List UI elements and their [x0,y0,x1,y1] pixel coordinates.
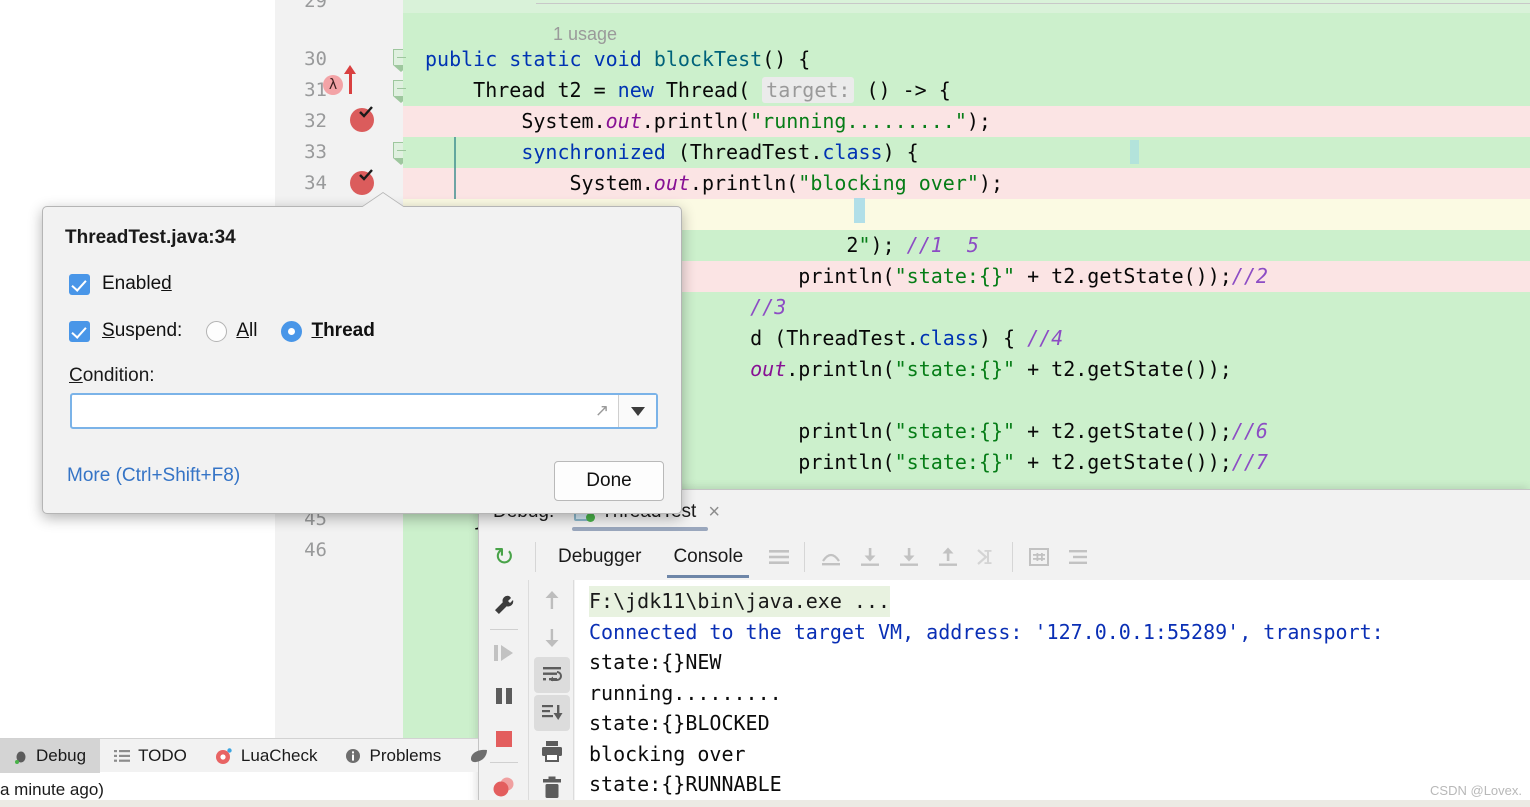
expand-editor-icon[interactable]: ↗ [586,395,618,427]
breakpoint-verified-icon [359,106,373,118]
run-to-cursor-icon[interactable] [967,534,1006,580]
suspend-checkbox[interactable] [69,320,90,342]
brace-highlight [1130,140,1139,164]
status-text: a minute ago) [0,779,104,799]
enabled-checkbox[interactable] [69,273,90,295]
luacheck-icon [215,747,233,765]
line-number: 33 [304,141,327,163]
line-number: 32 [304,110,327,132]
down-arrow-icon[interactable] [534,620,570,656]
debug-toolbar[interactable]: ↻ Debugger Console [479,534,1530,580]
leaf-icon [469,748,489,764]
console-action-rail[interactable] [530,580,574,807]
print-icon[interactable] [534,733,570,769]
console-line: Connected to the target VM, address: '12… [589,619,1384,644]
line-number: 46 [304,539,327,561]
evaluate-expression-icon[interactable] [1019,534,1058,580]
rerun-icon[interactable]: ↻ [479,542,529,572]
more-link[interactable]: More (Ctrl+Shift+F8) [67,465,240,487]
enabled-row[interactable]: Enabled [69,273,172,295]
console-line: state:{}BLOCKED [589,711,770,735]
step-into-icon[interactable] [850,534,889,580]
line-number: 31 [304,79,327,101]
line-number: 30 [304,48,327,70]
suspend-row[interactable]: Suspend: All Thread [69,320,375,342]
condition-field-wrapper[interactable]: ↗ [70,393,658,429]
condition-input[interactable] [72,395,586,427]
pause-program-icon[interactable] [479,675,529,718]
console-line: state:{}NEW [589,650,722,674]
console-line: state:{}RUNNABLE [589,772,782,796]
menu-icon[interactable] [759,534,798,580]
force-step-into-icon[interactable] [889,534,928,580]
wrench-icon[interactable] [479,584,529,627]
statusbar-item-problems[interactable]: Problems [331,739,455,773]
condition-dropdown-button[interactable] [618,395,656,427]
text-caret [854,198,865,223]
suspend-all-radio[interactable] [206,320,228,342]
ide-window: 29 30 31 32 33 34 45 46 λ 1 usage public… [0,0,1530,807]
tab-console[interactable]: Console [657,534,759,580]
condition-label: Condition: [69,365,155,386]
suspend-all-label: All [236,320,258,341]
suspend-thread-label: Thread [311,320,375,341]
soft-wrap-icon[interactable] [533,657,570,694]
console-output[interactable]: F:\jdk11\bin\java.exe ... Connected to t… [575,580,1530,807]
statusbar-item-leaf[interactable] [455,739,511,773]
console-line: F:\jdk11\bin\java.exe ... [589,586,891,617]
status-bar[interactable]: Debug TODO LuaCheck Problems [0,738,488,773]
line-number: 29 [304,0,327,12]
debug-icon [14,748,28,764]
step-over-icon[interactable] [811,534,850,580]
statusbar-label: Debug [36,745,87,765]
scroll-to-end-icon[interactable] [533,695,570,731]
suspend-label: Suspend: [102,320,183,341]
popup-title: ThreadTest.java:34 [65,227,236,248]
statusbar-label: LuaCheck [240,745,318,765]
bottom-strip [0,800,1530,807]
tab-debugger[interactable]: Debugger [542,534,657,580]
breakpoint-properties-popup[interactable]: ThreadTest.java:34 Enabled Suspend: All … [42,193,682,514]
console-line: running......... [589,680,782,705]
breakpoint-verified-icon [359,169,373,181]
debug-tool-window[interactable]: Debug: ThreadTest × ↻ Debugger Console [478,489,1530,807]
lambda-marker-icon[interactable]: λ [323,75,343,95]
console-line: blocking over [589,741,746,766]
problems-icon [345,748,361,764]
line-number: 34 [304,172,327,194]
up-arrow-icon[interactable] [534,582,570,618]
arrow-up-icon [344,65,356,94]
suspend-thread-radio[interactable] [281,320,303,342]
statusbar-label: Problems [369,745,442,765]
settings-icon[interactable] [1058,534,1097,580]
enabled-label: Enabled [102,273,172,294]
statusbar-item-todo[interactable]: TODO [100,739,201,773]
close-icon[interactable]: × [708,502,720,522]
resume-program-icon[interactable] [479,632,529,675]
statusbar-item-debug[interactable]: Debug [0,738,101,773]
indent-guide [454,137,456,199]
debug-action-rail[interactable] [479,580,529,807]
watermark: CSDN @Lovex. [1430,783,1522,798]
step-out-icon[interactable] [928,534,967,580]
done-button[interactable]: Done [554,461,664,501]
popup-pointer [361,193,405,208]
statusbar-label: TODO [138,745,187,765]
statusbar-item-luacheck[interactable]: LuaCheck [201,739,332,773]
todo-icon [114,749,131,763]
